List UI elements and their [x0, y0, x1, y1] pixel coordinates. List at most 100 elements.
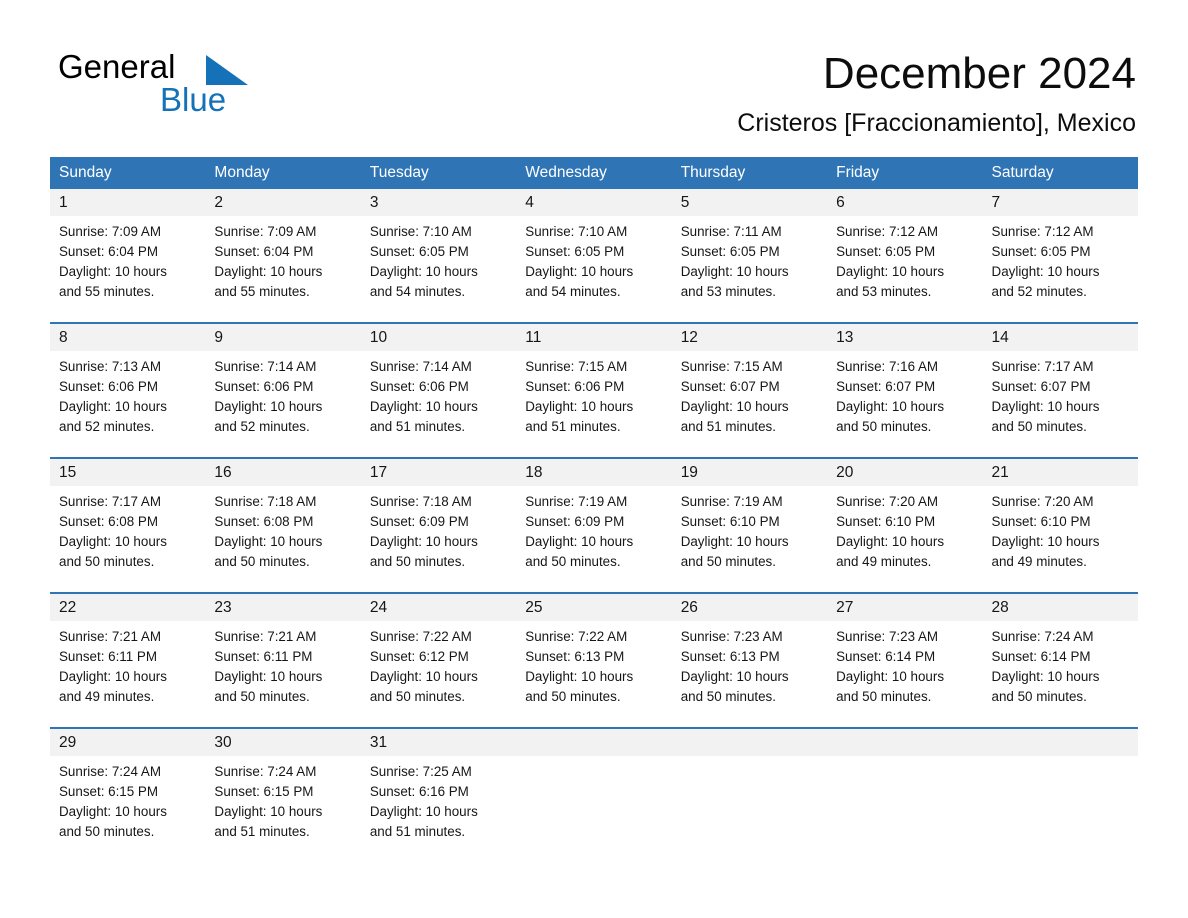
day-number[interactable]: 17 [361, 459, 516, 486]
day-cell[interactable]: Sunrise: 7:24 AM Sunset: 6:14 PM Dayligh… [983, 621, 1138, 727]
day-number[interactable]: 4 [516, 189, 671, 216]
page-header: General Blue December 2024 Cristeros [Fr… [0, 0, 1188, 155]
day-cell[interactable]: Sunrise: 7:21 AM Sunset: 6:11 PM Dayligh… [205, 621, 360, 727]
day-number[interactable]: 26 [672, 594, 827, 621]
day-cell[interactable]: Sunrise: 7:09 AM Sunset: 6:04 PM Dayligh… [50, 216, 205, 322]
day-cell[interactable]: Sunrise: 7:19 AM Sunset: 6:10 PM Dayligh… [672, 486, 827, 592]
day-cell[interactable]: Sunrise: 7:24 AM Sunset: 6:15 PM Dayligh… [50, 756, 205, 862]
day-cell[interactable]: Sunrise: 7:22 AM Sunset: 6:13 PM Dayligh… [516, 621, 671, 727]
daylight-text-line1: Daylight: 10 hours [991, 534, 1100, 549]
day-cell[interactable]: Sunrise: 7:15 AM Sunset: 6:06 PM Dayligh… [516, 351, 671, 457]
sunset-text: Sunset: 6:04 PM [214, 244, 314, 259]
day-cell[interactable]: Sunrise: 7:14 AM Sunset: 6:06 PM Dayligh… [205, 351, 360, 457]
day-number[interactable]: 11 [516, 324, 671, 351]
sunset-text: Sunset: 6:05 PM [525, 244, 625, 259]
daylight-text-line2: and 50 minutes. [59, 824, 155, 839]
day-cell[interactable]: Sunrise: 7:12 AM Sunset: 6:05 PM Dayligh… [827, 216, 982, 322]
day-cell-empty [983, 756, 1138, 862]
day-number[interactable]: 16 [205, 459, 360, 486]
daylight-text-line2: and 53 minutes. [836, 284, 932, 299]
day-cell[interactable]: Sunrise: 7:18 AM Sunset: 6:09 PM Dayligh… [361, 486, 516, 592]
day-cell[interactable]: Sunrise: 7:23 AM Sunset: 6:14 PM Dayligh… [827, 621, 982, 727]
daylight-text-line1: Daylight: 10 hours [59, 534, 167, 549]
day-number[interactable]: 3 [361, 189, 516, 216]
day-cell[interactable]: Sunrise: 7:21 AM Sunset: 6:11 PM Dayligh… [50, 621, 205, 727]
daylight-text-line2: and 51 minutes. [680, 419, 776, 434]
day-cell-empty [672, 756, 827, 862]
day-cell[interactable]: Sunrise: 7:18 AM Sunset: 6:08 PM Dayligh… [205, 486, 360, 592]
sunrise-text: Sunrise: 7:19 AM [525, 494, 628, 509]
sunset-text: Sunset: 6:10 PM [991, 514, 1091, 529]
day-number[interactable]: 12 [672, 324, 827, 351]
day-cell[interactable]: Sunrise: 7:14 AM Sunset: 6:06 PM Dayligh… [361, 351, 516, 457]
day-number[interactable]: 24 [361, 594, 516, 621]
daylight-text-line2: and 55 minutes. [214, 284, 310, 299]
day-number[interactable]: 5 [672, 189, 827, 216]
daylight-text-line2: and 55 minutes. [59, 284, 155, 299]
day-cell[interactable]: Sunrise: 7:19 AM Sunset: 6:09 PM Dayligh… [516, 486, 671, 592]
day-cell[interactable]: Sunrise: 7:13 AM Sunset: 6:06 PM Dayligh… [50, 351, 205, 457]
day-number[interactable]: 30 [205, 729, 360, 756]
daylight-text-line1: Daylight: 10 hours [59, 669, 167, 684]
day-cell[interactable]: Sunrise: 7:09 AM Sunset: 6:04 PM Dayligh… [205, 216, 360, 322]
day-number[interactable]: 10 [361, 324, 516, 351]
day-cell[interactable]: Sunrise: 7:25 AM Sunset: 6:16 PM Dayligh… [361, 756, 516, 862]
page-subtitle: Cristeros [Fraccionamiento], Mexico [737, 109, 1136, 137]
day-number[interactable]: 23 [205, 594, 360, 621]
sunrise-text: Sunrise: 7:09 AM [214, 224, 317, 239]
week-detail-row: Sunrise: 7:24 AM Sunset: 6:15 PM Dayligh… [50, 756, 1138, 862]
day-number[interactable]: 29 [50, 729, 205, 756]
day-number[interactable]: 25 [516, 594, 671, 621]
day-number[interactable]: 21 [983, 459, 1138, 486]
day-number[interactable]: 18 [516, 459, 671, 486]
day-number[interactable]: 14 [983, 324, 1138, 351]
daylight-text-line1: Daylight: 10 hours [991, 669, 1100, 684]
day-number[interactable]: 31 [361, 729, 516, 756]
day-number[interactable]: 28 [983, 594, 1138, 621]
day-cell[interactable]: Sunrise: 7:23 AM Sunset: 6:13 PM Dayligh… [672, 621, 827, 727]
daylight-text-line1: Daylight: 10 hours [214, 534, 323, 549]
day-number[interactable]: 9 [205, 324, 360, 351]
day-cell[interactable]: Sunrise: 7:10 AM Sunset: 6:05 PM Dayligh… [516, 216, 671, 322]
generalblue-logo[interactable]: General Blue [58, 48, 318, 118]
day-number[interactable]: 2 [205, 189, 360, 216]
daylight-text-line2: and 50 minutes. [836, 689, 932, 704]
sunrise-text: Sunrise: 7:20 AM [991, 494, 1094, 509]
day-cell[interactable]: Sunrise: 7:15 AM Sunset: 6:07 PM Dayligh… [672, 351, 827, 457]
page-title: December 2024 [822, 49, 1136, 98]
day-number[interactable]: 7 [983, 189, 1138, 216]
day-number[interactable]: 15 [50, 459, 205, 486]
day-cell[interactable]: Sunrise: 7:20 AM Sunset: 6:10 PM Dayligh… [983, 486, 1138, 592]
day-cell[interactable]: Sunrise: 7:20 AM Sunset: 6:10 PM Dayligh… [827, 486, 982, 592]
day-number[interactable]: 13 [827, 324, 982, 351]
sunrise-text: Sunrise: 7:11 AM [680, 224, 782, 239]
day-cell[interactable]: Sunrise: 7:10 AM Sunset: 6:05 PM Dayligh… [361, 216, 516, 322]
sunrise-text: Sunrise: 7:24 AM [991, 629, 1094, 644]
day-cell[interactable]: Sunrise: 7:17 AM Sunset: 6:08 PM Dayligh… [50, 486, 205, 592]
sunset-text: Sunset: 6:14 PM [836, 649, 936, 664]
day-number[interactable]: 27 [827, 594, 982, 621]
day-cell[interactable]: Sunrise: 7:12 AM Sunset: 6:05 PM Dayligh… [983, 216, 1138, 322]
daylight-text-line2: and 50 minutes. [214, 554, 310, 569]
sunrise-text: Sunrise: 7:18 AM [369, 494, 472, 509]
sunrise-text: Sunrise: 7:20 AM [836, 494, 939, 509]
day-cell[interactable]: Sunrise: 7:17 AM Sunset: 6:07 PM Dayligh… [983, 351, 1138, 457]
day-number[interactable]: 20 [827, 459, 982, 486]
daylight-text-line2: and 54 minutes. [369, 284, 466, 299]
day-cell[interactable]: Sunrise: 7:24 AM Sunset: 6:15 PM Dayligh… [205, 756, 360, 862]
day-number[interactable]: 19 [672, 459, 827, 486]
day-number[interactable]: 6 [827, 189, 982, 216]
daylight-text-line1: Daylight: 10 hours [680, 399, 789, 414]
daylight-text-line2: and 50 minutes. [525, 689, 621, 704]
day-number[interactable]: 8 [50, 324, 205, 351]
day-number[interactable]: 22 [50, 594, 205, 621]
day-cell[interactable]: Sunrise: 7:16 AM Sunset: 6:07 PM Dayligh… [827, 351, 982, 457]
day-cell[interactable]: Sunrise: 7:22 AM Sunset: 6:12 PM Dayligh… [361, 621, 516, 727]
weekday-header-tuesday: Tuesday [369, 164, 429, 181]
week-row: 29 30 31 Sunrise: 7:24 AM Sunset: 6:15 P… [50, 727, 1138, 862]
logo-text-general: General [58, 48, 176, 85]
day-number[interactable]: 1 [50, 189, 205, 216]
sunset-text: Sunset: 6:07 PM [680, 379, 780, 394]
sunrise-text: Sunrise: 7:10 AM [525, 224, 628, 239]
day-cell[interactable]: Sunrise: 7:11 AM Sunset: 6:05 PM Dayligh… [672, 216, 827, 322]
